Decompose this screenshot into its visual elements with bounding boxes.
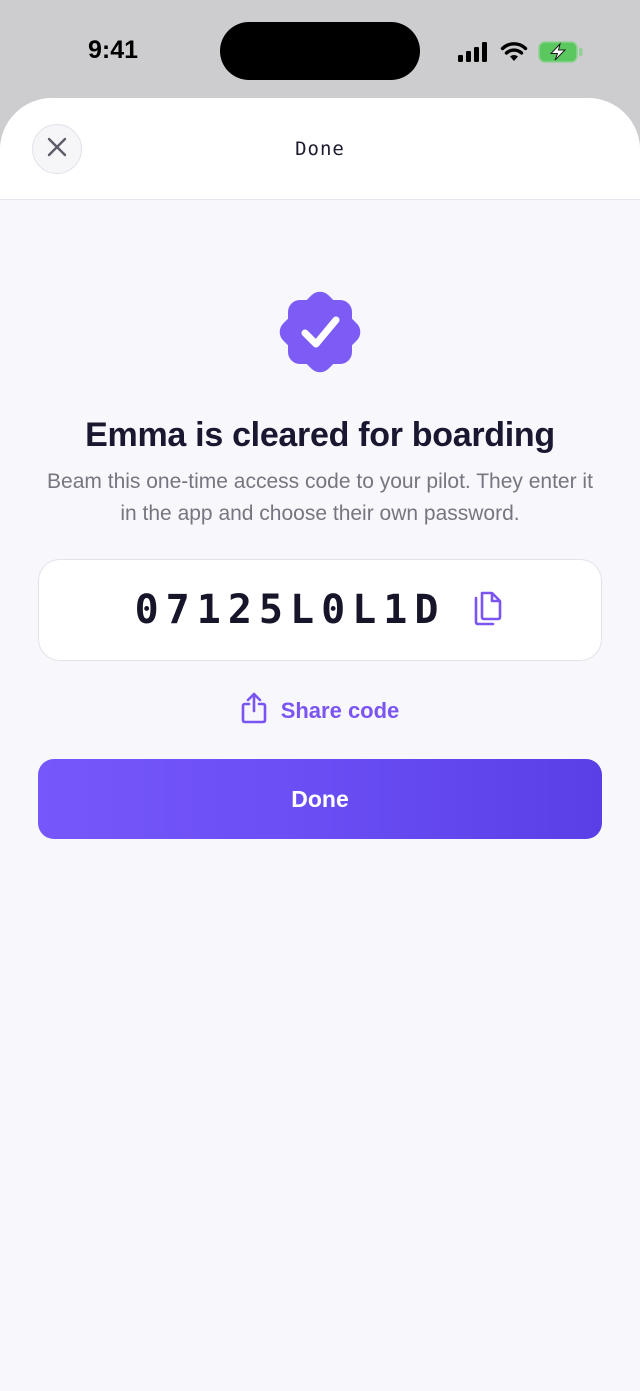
share-code-button[interactable]: Share code <box>0 692 640 730</box>
status-icons <box>458 40 584 69</box>
sheet-header: Done <box>0 98 640 200</box>
access-code: 07125L0L1D <box>134 587 446 633</box>
copy-icon <box>473 590 503 631</box>
done-button[interactable]: Done <box>38 759 602 839</box>
dynamic-island <box>220 22 420 80</box>
success-description: Beam this one-time access code to your p… <box>47 470 593 525</box>
bottom-sheet: Done Emma is cleared for boarding Beam t… <box>0 98 640 1391</box>
share-code-label: Share code <box>280 698 400 723</box>
done-button-label: Done <box>291 785 349 812</box>
battery-charging-icon <box>538 40 584 69</box>
cellular-signal-icon <box>458 41 490 68</box>
share-icon <box>241 692 267 730</box>
access-code-box: 07125L0L1D <box>38 559 602 661</box>
status-time: 9:41 <box>88 36 139 64</box>
wifi-icon <box>500 41 528 68</box>
success-headline: Emma is cleared for boarding <box>85 416 555 454</box>
status-bar: 9:41 <box>0 0 640 100</box>
verified-badge-icon <box>272 284 368 380</box>
header-title: Done <box>295 138 345 160</box>
copy-button[interactable] <box>471 590 505 630</box>
